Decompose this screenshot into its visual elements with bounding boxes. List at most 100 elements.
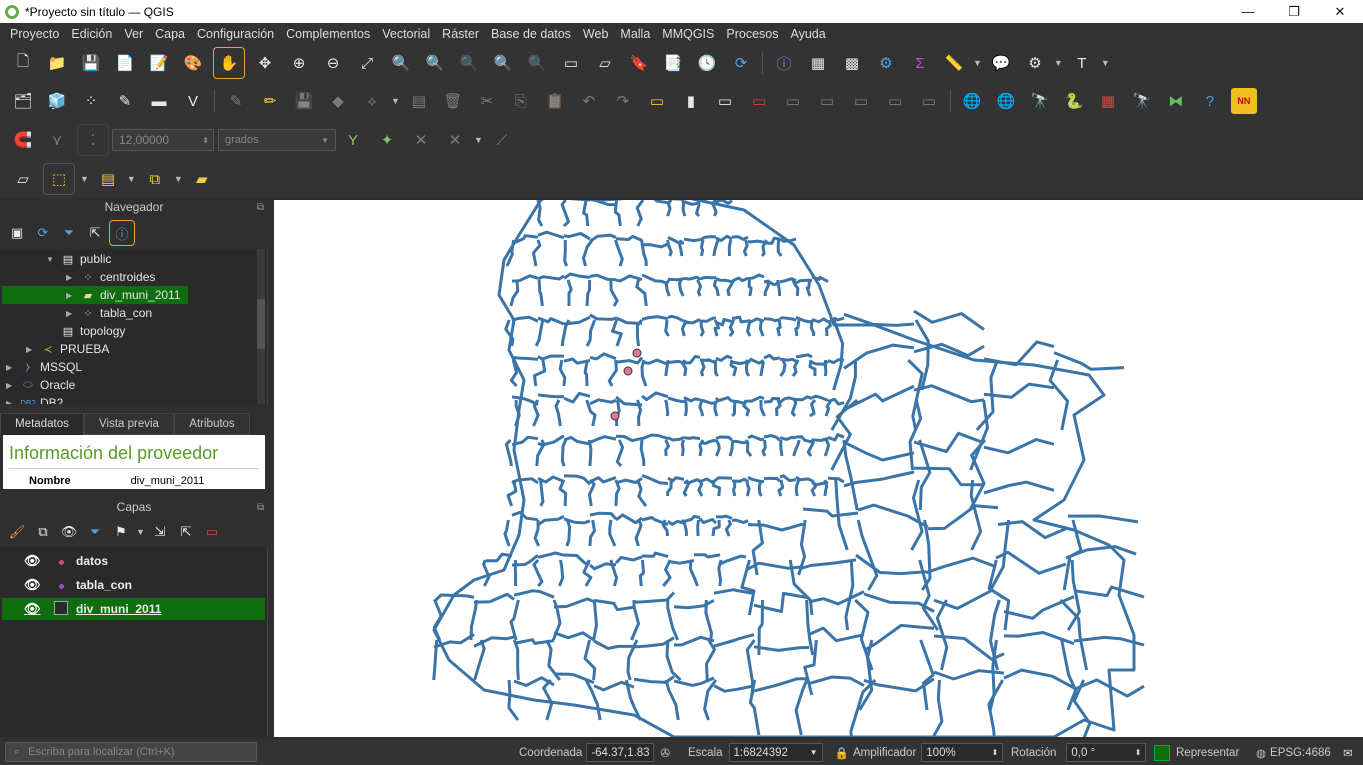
nnjoin-icon[interactable]: NN — [1230, 88, 1257, 114]
menu-malla[interactable]: Malla — [614, 27, 656, 41]
tree-item-oracle[interactable]: ▶ ⬭ Oracle — [6, 376, 75, 394]
self-snapping-icon[interactable]: ✕ — [442, 127, 468, 153]
add-selected-layers-icon[interactable]: ▣ — [6, 222, 28, 244]
deselect-all-icon[interactable]: ▱ — [10, 166, 36, 192]
temporal-controller-icon[interactable]: 🕓 — [694, 50, 720, 76]
menu-ayuda[interactable]: Ayuda — [784, 27, 831, 41]
avoid-overlap-icon[interactable]: ✦ — [374, 127, 400, 153]
undock-icon[interactable]: ⧉ — [257, 202, 264, 213]
text-annotation-icon[interactable]: T — [1069, 50, 1095, 76]
measure-line-icon[interactable]: 📏 — [941, 50, 967, 76]
map-tips-icon[interactable]: 💬 — [988, 50, 1014, 76]
undock-icon[interactable]: ⧉ — [257, 502, 264, 513]
new-temporary-layer-icon[interactable]: ⁘ — [78, 88, 104, 114]
label-tool-icon[interactable]: ▭ — [644, 88, 670, 114]
crs-group[interactable]: ◍ EPSG:4686 — [1256, 740, 1331, 765]
messages-icon[interactable]: ✉ — [1343, 746, 1353, 760]
menu-proyecto[interactable]: Proyecto — [4, 27, 65, 41]
snapping-magnet-icon[interactable]: 🧲 — [10, 127, 36, 153]
zoom-in-icon[interactable]: ⊕ — [286, 50, 312, 76]
menu-ver[interactable]: Ver — [118, 27, 149, 41]
remove-layer-icon[interactable]: ▭ — [201, 521, 223, 543]
vertex-dropdown-icon[interactable]: ▼ — [391, 96, 400, 106]
restore-button[interactable]: ❐ — [1271, 0, 1317, 23]
layer-styling-icon[interactable]: 🖌 — [6, 521, 28, 543]
new-3d-map-icon[interactable]: ▱ — [592, 50, 618, 76]
snap-options-dropdown-icon[interactable]: ▼ — [474, 135, 483, 145]
refresh-icon[interactable]: ⟳ — [32, 222, 54, 244]
add-table-icon[interactable]: ▬ — [146, 88, 172, 114]
rotate-label-icon[interactable]: ▭ — [848, 88, 874, 114]
manage-visibility-icon[interactable]: 👁 — [58, 521, 80, 543]
tree-item-public[interactable]: ▼ ▤ public — [46, 250, 111, 268]
data-point-marker[interactable] — [623, 366, 633, 376]
menu-raster[interactable]: Ráster — [436, 27, 485, 41]
select-value-dropdown-icon[interactable]: ▼ — [127, 174, 136, 184]
move-label-icon[interactable]: ▭ — [814, 88, 840, 114]
menu-web[interactable]: Web — [577, 27, 614, 41]
select-by-area-icon[interactable]: ⬚ — [43, 163, 75, 195]
layer-row-div-muni-2011[interactable]: 👁 div_muni_2011 — [2, 598, 265, 620]
vertex-tool-icon[interactable]: ⟡ — [359, 88, 385, 114]
expand-arrow-icon[interactable]: ▼ — [46, 255, 60, 264]
tracing-icon[interactable]: ⟋ — [489, 127, 515, 153]
tree-item-tabla-con[interactable]: ▶ ⁘ tabla_con — [66, 304, 152, 322]
modify-attributes-icon[interactable]: ▤ — [406, 88, 432, 114]
save-edits-icon[interactable]: 💾 — [291, 88, 317, 114]
tab-atributos[interactable]: Atributos — [174, 413, 250, 435]
show-hide-labels-icon[interactable]: ▭ — [780, 88, 806, 114]
deselect-dropdown-icon[interactable]: ▼ — [174, 174, 183, 184]
tree-item-mssql[interactable]: ▶ ⧽ MSSQL — [6, 358, 82, 376]
properties-info-icon[interactable]: ⓘ — [109, 220, 135, 246]
zoom-to-layer-icon[interactable]: 🔍 — [422, 50, 448, 76]
data-point-marker[interactable] — [610, 411, 620, 421]
navigator-scrollbar[interactable] — [257, 249, 265, 404]
select-by-location-icon[interactable]: ▰ — [189, 166, 215, 192]
filter-legend-icon[interactable]: ⏷ — [84, 521, 106, 543]
collapse-arrow-icon[interactable]: ▶ — [6, 363, 20, 372]
copy-features-icon[interactable]: ⎘ — [508, 88, 534, 114]
statistical-summary-icon[interactable]: Σ — [907, 50, 933, 76]
collapse-arrow-icon[interactable]: ▶ — [6, 399, 20, 405]
collapse-arrow-icon[interactable]: ▶ — [6, 381, 20, 390]
menu-edicion[interactable]: Edición — [65, 27, 118, 41]
menu-configuracion[interactable]: Configuración — [191, 27, 280, 41]
diagram-tool-icon[interactable]: ▮ — [678, 88, 704, 114]
coordinate-field[interactable]: -64.37,1.83 — [586, 743, 655, 762]
collapse-arrow-icon[interactable]: ▶ — [66, 291, 80, 300]
tree-item-centroides[interactable]: ▶ ⁘ centroides — [66, 268, 155, 286]
messages-group[interactable]: ✉ — [1343, 740, 1353, 765]
menu-complementos[interactable]: Complementos — [280, 27, 376, 41]
new-bookmark-icon[interactable]: 🔖 — [626, 50, 652, 76]
help-icon[interactable]: ? — [1197, 88, 1223, 114]
add-group-icon[interactable]: ⧉ — [32, 521, 54, 543]
toggle-editing-icon[interactable]: ✏ — [257, 88, 283, 114]
snap-intersection-icon[interactable]: ✕ — [408, 127, 434, 153]
deselect-features-icon[interactable]: ⧉ — [142, 166, 168, 192]
select-dropdown-icon[interactable]: ▼ — [80, 174, 89, 184]
refresh-icon[interactable]: ⟳ — [728, 50, 754, 76]
label-properties-icon[interactable]: ▭ — [916, 88, 942, 114]
add-layer-icon[interactable]: 🗂 — [10, 88, 36, 114]
open-field-calculator-icon[interactable]: ▩ — [839, 50, 865, 76]
open-project-icon[interactable]: 📁 — [44, 50, 70, 76]
snapping-unit-combo[interactable]: grados ▼ — [218, 129, 336, 151]
minimize-button[interactable]: — — [1225, 0, 1271, 23]
actions-dropdown-icon[interactable]: ▼ — [1054, 58, 1063, 68]
digitize-pen-icon[interactable]: ✎ — [112, 88, 138, 114]
show-bookmarks-icon[interactable]: 📑 — [660, 50, 686, 76]
collapse-arrow-icon[interactable]: ▶ — [26, 345, 40, 354]
layer-row-datos[interactable]: 👁 datos — [2, 550, 265, 572]
tree-item-div-muni-2011[interactable]: ▶ ▰ div_muni_2011 — [2, 286, 188, 304]
add-virtual-layer-icon[interactable]: V — [180, 88, 206, 114]
tree-item-db2[interactable]: ▶ DB2 DB2 — [6, 394, 63, 404]
scrollbar-thumb[interactable] — [257, 299, 265, 349]
snap-mode-icon[interactable]: ⁚ — [77, 124, 109, 156]
menu-base-de-datos[interactable]: Base de datos — [485, 27, 577, 41]
undo-icon[interactable]: ↶ — [576, 88, 602, 114]
processing-toolbox-icon[interactable]: ⚙ — [873, 50, 899, 76]
topological-editing-icon[interactable]: Y — [340, 127, 366, 153]
pan-to-selection-icon[interactable]: ✥ — [252, 50, 278, 76]
toggle-extents-icon[interactable]: ✇ — [660, 746, 670, 760]
rotation-spinbox[interactable]: 0,0 ° ⬍ — [1066, 743, 1147, 762]
